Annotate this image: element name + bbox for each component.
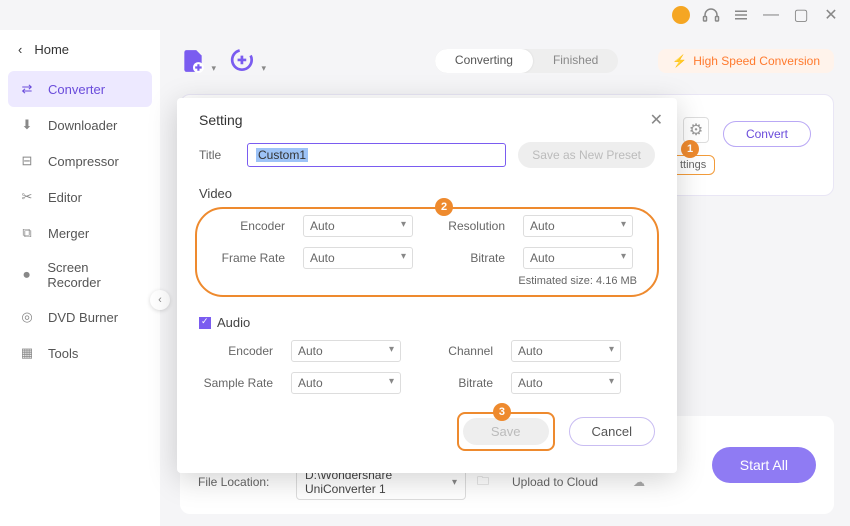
file-location-label: File Location: xyxy=(198,475,288,489)
select-value: Auto xyxy=(530,251,555,265)
compress-icon: ⊟ xyxy=(18,152,36,170)
record-icon: ⏺ xyxy=(18,266,35,284)
resolution-select[interactable]: Auto xyxy=(523,215,633,237)
settings-modal: Setting ✕ Title Custom1 Save as New Pres… xyxy=(177,98,677,473)
merge-icon: ⧉ xyxy=(18,224,36,242)
disc-icon: ◎ xyxy=(18,308,36,326)
download-icon: ⬇ xyxy=(18,116,36,134)
sidebar-item-label: Tools xyxy=(48,346,78,361)
sidebar: ‹ Home ⇄ Converter ⬇ Downloader ⊟ Compresso… xyxy=(0,30,160,526)
sidebar-item-downloader[interactable]: ⬇ Downloader xyxy=(0,107,160,143)
title-input-value: Custom1 xyxy=(256,148,308,162)
select-value: Auto xyxy=(310,251,335,265)
select-value: Auto xyxy=(298,344,323,358)
audio-encoder-select[interactable]: Auto xyxy=(291,340,401,362)
start-all-button[interactable]: Start All xyxy=(712,447,816,483)
select-value: Auto xyxy=(518,376,543,390)
bolt-icon: ⚡ xyxy=(672,54,687,68)
titlebar: — ▢ ✕ xyxy=(0,0,850,30)
folder-icon[interactable]: 🗀 xyxy=(474,472,492,493)
menu-icon[interactable] xyxy=(732,6,750,24)
channel-label: Channel xyxy=(419,344,493,358)
annotation-badge-2: 2 xyxy=(435,198,453,216)
audio-bitrate-label: Bitrate xyxy=(419,376,493,390)
sidebar-item-compressor[interactable]: ⊟ Compressor xyxy=(0,143,160,179)
headset-icon[interactable] xyxy=(702,6,720,24)
video-settings-group: 2 Encoder Auto Resolution Auto Frame Rat… xyxy=(195,207,659,297)
samplerate-label: Sample Rate xyxy=(199,376,273,390)
title-input[interactable]: Custom1 xyxy=(247,143,506,167)
framerate-select[interactable]: Auto xyxy=(303,247,413,269)
toolbar: Converting Finished ⚡ High Speed Conversi… xyxy=(180,38,834,84)
video-bitrate-label: Bitrate xyxy=(431,251,505,265)
grid-icon: ▦ xyxy=(18,344,36,362)
chevron-left-icon: ‹ xyxy=(18,42,22,57)
upload-cloud-label: Upload to Cloud xyxy=(512,475,622,489)
video-bitrate-select[interactable]: Auto xyxy=(523,247,633,269)
sidebar-item-label: DVD Burner xyxy=(48,310,118,325)
cloud-icon[interactable]: ☁ xyxy=(630,475,648,489)
add-url-icon[interactable] xyxy=(230,48,256,74)
audio-settings-group: Encoder Auto Channel Auto Sample Rate Au… xyxy=(199,340,655,394)
audio-bitrate-select[interactable]: Auto xyxy=(511,372,621,394)
select-value: Auto xyxy=(530,219,555,233)
minimize-icon[interactable]: — xyxy=(762,6,780,24)
sidebar-item-merger[interactable]: ⧉ Merger xyxy=(0,215,160,251)
resolution-label: Resolution xyxy=(431,219,505,233)
back-label: Home xyxy=(34,42,69,57)
close-window-icon[interactable]: ✕ xyxy=(822,6,840,24)
back-home[interactable]: ‹ Home xyxy=(0,38,160,71)
estimated-size: Estimated size: 4.16 MB xyxy=(211,275,643,287)
select-value: Auto xyxy=(298,376,323,390)
sidebar-item-label: Screen Recorder xyxy=(47,260,142,290)
audio-checkbox[interactable] xyxy=(199,317,211,329)
title-field-label: Title xyxy=(199,148,235,162)
save-preset-button[interactable]: Save as New Preset xyxy=(518,142,655,168)
high-speed-label: High Speed Conversion xyxy=(693,54,820,68)
converter-icon: ⇄ xyxy=(18,80,36,98)
sidebar-item-label: Merger xyxy=(48,226,89,241)
framerate-label: Frame Rate xyxy=(211,251,285,265)
high-speed-badge[interactable]: ⚡ High Speed Conversion xyxy=(658,49,834,73)
tab-group: Converting Finished xyxy=(435,49,618,73)
collapse-sidebar-icon[interactable]: ‹ xyxy=(150,290,170,310)
settings-annotation: ttings xyxy=(671,155,715,175)
cancel-button[interactable]: Cancel xyxy=(569,417,655,446)
sidebar-item-label: Converter xyxy=(48,82,105,97)
sidebar-item-tools[interactable]: ▦ Tools xyxy=(0,335,160,371)
sidebar-item-editor[interactable]: ✂ Editor xyxy=(0,179,160,215)
sidebar-item-label: Editor xyxy=(48,190,82,205)
samplerate-select[interactable]: Auto xyxy=(291,372,401,394)
video-section-title: Video xyxy=(199,186,655,201)
scissors-icon: ✂ xyxy=(18,188,36,206)
sidebar-item-label: Downloader xyxy=(48,118,117,133)
sidebar-item-dvd-burner[interactable]: ◎ DVD Burner xyxy=(0,299,160,335)
sidebar-item-converter[interactable]: ⇄ Converter xyxy=(8,71,152,107)
tab-finished[interactable]: Finished xyxy=(533,49,618,73)
avatar[interactable] xyxy=(672,6,690,24)
audio-section-title: Audio xyxy=(199,315,655,330)
annotation-badge-3: 3 xyxy=(493,403,511,421)
video-encoder-select[interactable]: Auto xyxy=(303,215,413,237)
select-value: Auto xyxy=(310,219,335,233)
add-file-icon[interactable] xyxy=(180,48,206,74)
sidebar-item-screen-recorder[interactable]: ⏺ Screen Recorder xyxy=(0,251,160,299)
convert-button[interactable]: Convert xyxy=(723,121,811,147)
audio-label: Audio xyxy=(217,315,250,330)
encoder-label: Encoder xyxy=(211,219,285,233)
tab-converting[interactable]: Converting xyxy=(435,49,533,73)
audio-encoder-label: Encoder xyxy=(199,344,273,358)
settings-gear-icon[interactable]: ⚙ xyxy=(683,117,709,143)
annotation-badge-1: 1 xyxy=(681,140,699,158)
save-button[interactable]: Save xyxy=(463,418,549,445)
sidebar-item-label: Compressor xyxy=(48,154,119,169)
select-value: Auto xyxy=(518,344,543,358)
channel-select[interactable]: Auto xyxy=(511,340,621,362)
close-icon[interactable]: ✕ xyxy=(650,110,663,130)
modal-title: Setting xyxy=(199,112,655,128)
save-annotation-frame: 3 Save xyxy=(457,412,555,451)
maximize-icon[interactable]: ▢ xyxy=(792,6,810,24)
